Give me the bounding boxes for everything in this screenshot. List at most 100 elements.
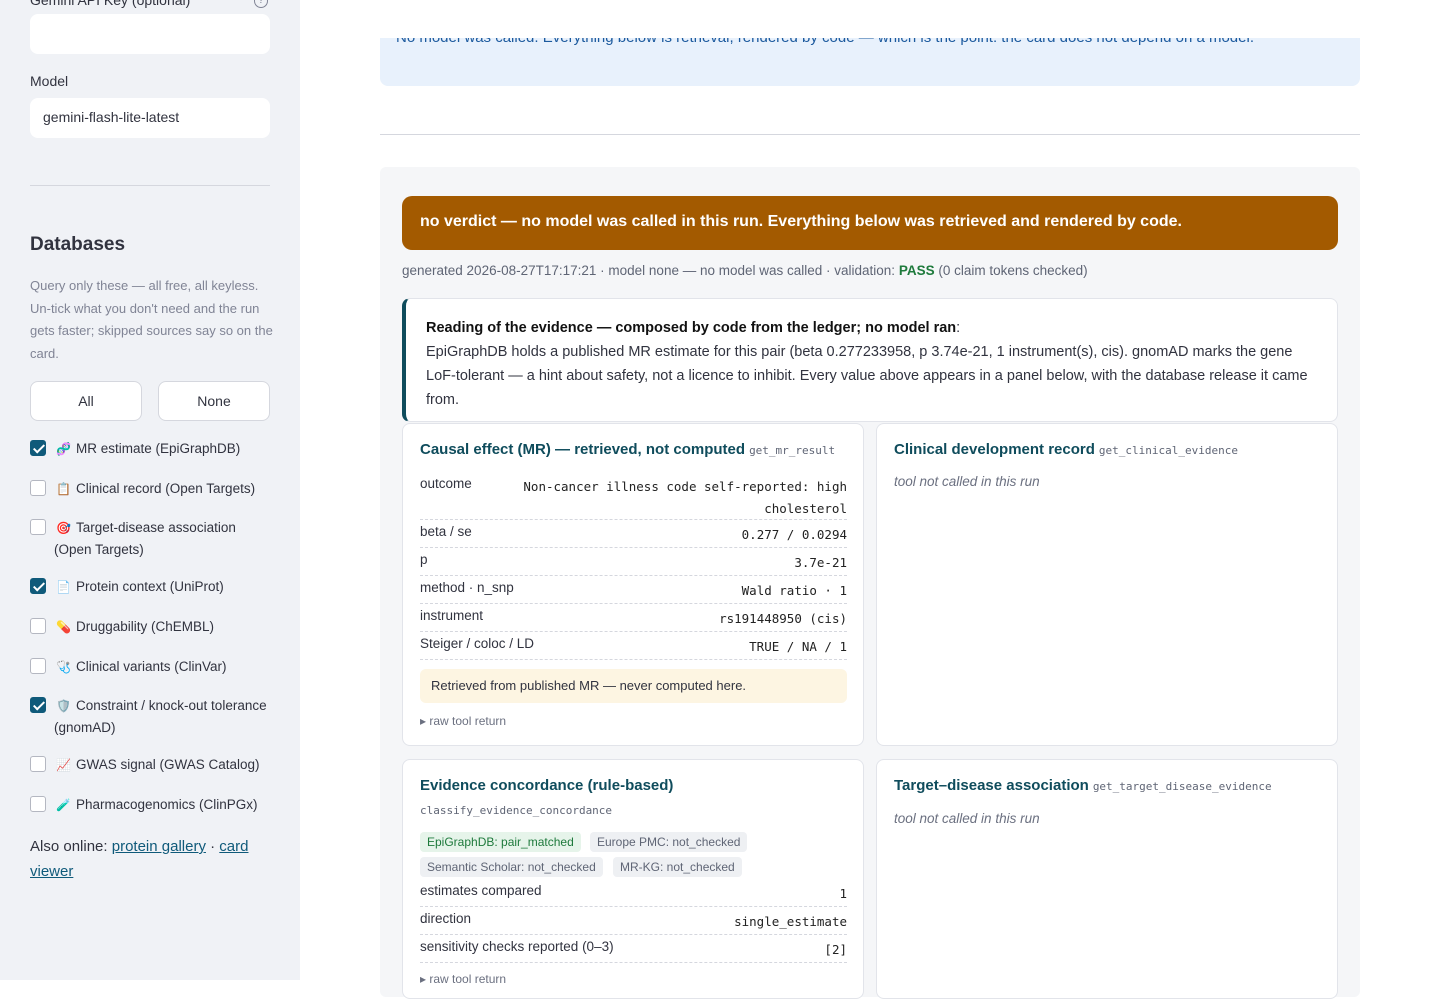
kv-value: 0.277 / 0.0294 xyxy=(741,527,847,542)
kv-key: beta / se xyxy=(420,524,472,539)
kv-value: rs191448950 (cis) xyxy=(719,611,847,626)
kv-row-beta: beta / se 0.277 / 0.0294 xyxy=(420,520,847,548)
model-label: Model xyxy=(30,73,69,89)
kv-key: estimates compared xyxy=(420,883,542,898)
status-text: tool not called in this run xyxy=(894,811,1040,826)
api-key-input[interactable] xyxy=(30,14,270,54)
reading-title: Reading of the evidence — composed by co… xyxy=(426,320,957,336)
checkbox[interactable] xyxy=(30,697,46,713)
checkbox-label: Druggability (ChEMBL) xyxy=(76,619,215,634)
kv-value: Non-cancer illness code self-reported: h… xyxy=(523,479,847,516)
kv-row-outcome: outcome Non-cancer illness code self-rep… xyxy=(420,472,847,520)
panel-title: Target–disease association get_target_dis… xyxy=(894,777,1272,794)
chip-mr-kg: MR-KG: not_checked xyxy=(613,857,742,877)
target-icon: 🎯 xyxy=(56,521,71,535)
tool-name: get_clinical_evidence xyxy=(1098,444,1238,457)
sidebar: Gemini API Key (optional) ? Model gemini… xyxy=(0,0,300,980)
checkbox-label: MR estimate (EpiGraphDB) xyxy=(76,441,241,456)
clipboard-icon: 📋 xyxy=(56,482,71,496)
db-checkbox-epigraphdb[interactable]: 🧬 MR estimate (EpiGraphDB) xyxy=(30,438,275,460)
kv-row-p: p 3.7e-21 xyxy=(420,548,847,576)
provenance-note: Retrieved from published MR — never comp… xyxy=(420,669,847,703)
help-icon[interactable]: ? xyxy=(254,0,268,8)
evidence-card: no verdict — no model was called in this… xyxy=(380,167,1360,999)
kv-key: outcome xyxy=(420,476,472,491)
kv-row-instrument: instrument rs191448950 (cis) xyxy=(420,604,847,632)
checkbox[interactable] xyxy=(30,440,46,456)
reading-body: EpiGraphDB holds a published MR estimate… xyxy=(426,344,1308,408)
tool-name: get_target_disease_evidence xyxy=(1092,780,1272,793)
reading-of-evidence: Reading of the evidence — composed by co… xyxy=(402,298,1338,422)
panel-title: Causal effect (MR) — retrieved, not comp… xyxy=(420,441,835,458)
db-checkbox-clinical-record[interactable]: 📋 Clinical record (Open Targets) xyxy=(30,478,275,500)
chip-epigraphdb: EpiGraphDB: pair_matched xyxy=(420,832,581,852)
databases-heading: Databases xyxy=(30,234,126,255)
db-checkbox-clinvar[interactable]: 🩺 Clinical variants (ClinVar) xyxy=(30,656,275,678)
info-text: No model was called. Everything below is… xyxy=(396,38,1254,46)
db-checkbox-gwas[interactable]: 📈 GWAS signal (GWAS Catalog) xyxy=(30,754,275,776)
api-key-label: Gemini API Key (optional) xyxy=(30,0,191,8)
stethoscope-icon: 🩺 xyxy=(56,660,71,674)
panel-title-text: Causal effect (MR) — retrieved, not comp… xyxy=(420,441,746,458)
panel-title-text: Target–disease association xyxy=(894,777,1089,794)
dna-icon: 🧬 xyxy=(56,442,71,456)
kv-value: Wald ratio · 1 xyxy=(741,583,847,598)
db-checkbox-gnomad[interactable]: 🛡️ Constraint / knock-out tolerance (gnom… xyxy=(30,695,275,738)
kv-value: 1 xyxy=(839,886,847,901)
kv-row-steiger: Steiger / coloc / LD TRUE / NA / 1 xyxy=(420,632,847,660)
db-checkbox-uniprot[interactable]: 📄 Protein context (UniProt) xyxy=(30,576,275,598)
panel-title: Evidence concordance (rule-based) xyxy=(420,777,674,794)
checkbox-label: Target-disease association (Open Targets… xyxy=(54,520,236,557)
db-checkbox-target-disease[interactable]: 🎯 Target-disease association (Open Target… xyxy=(30,517,275,560)
verdict-banner: no verdict — no model was called in this… xyxy=(402,196,1338,250)
kv-key: direction xyxy=(420,911,472,926)
raw-tool-return-toggle[interactable]: ▸ raw tool return xyxy=(420,714,506,728)
validation-suffix: (0 claim tokens checked) xyxy=(938,263,1088,278)
association-panel: Target–disease association get_target_dis… xyxy=(876,759,1338,999)
link-separator: · xyxy=(210,838,216,855)
db-checkbox-clinpgx[interactable]: 🧪 Pharmacogenomics (ClinPGx) xyxy=(30,794,275,816)
raw-tool-return-toggle[interactable]: ▸ raw tool return xyxy=(420,972,506,986)
protein-gallery-link[interactable]: protein gallery xyxy=(112,838,206,855)
clinical-panel: Clinical development record get_clinical_… xyxy=(876,423,1338,746)
shield-icon: 🛡️ xyxy=(56,699,71,713)
checkbox[interactable] xyxy=(30,618,46,634)
kv-key: p xyxy=(420,552,428,567)
status-text: tool not called in this run xyxy=(894,474,1040,489)
panel-title-text: Clinical development record xyxy=(894,441,1095,458)
kv-value: 3.7e-21 xyxy=(794,555,847,570)
select-none-button[interactable]: None xyxy=(158,381,270,421)
kv-value: [2] xyxy=(824,942,847,957)
kv-value: single_estimate xyxy=(734,914,847,929)
also-online: Also online: protein gallery · card view… xyxy=(30,834,270,884)
checkbox[interactable] xyxy=(30,578,46,594)
checkbox[interactable] xyxy=(30,796,46,812)
sidebar-divider xyxy=(30,185,270,186)
checkbox-label: Clinical record (Open Targets) xyxy=(76,481,256,496)
checkbox[interactable] xyxy=(30,658,46,674)
checkbox[interactable] xyxy=(30,756,46,772)
kv-value: TRUE / NA / 1 xyxy=(749,639,847,654)
checkbox-label: Protein context (UniProt) xyxy=(76,579,224,594)
test-tube-icon: 🧪 xyxy=(56,798,71,812)
pill-icon: 💊 xyxy=(56,620,71,634)
model-input[interactable]: gemini-flash-lite-latest xyxy=(30,98,270,138)
kv-key: instrument xyxy=(420,608,484,623)
generated-line: generated 2026-08-27T17:17:21 · model no… xyxy=(402,263,1088,278)
tool-name: get_mr_result xyxy=(749,444,836,457)
checkbox[interactable] xyxy=(30,519,46,535)
panel-title: Clinical development record get_clinical_… xyxy=(894,441,1238,458)
generated-meta: generated 2026-08-27T17:17:21 · model no… xyxy=(402,263,896,278)
kv-row-method: method · n_snp Wald ratio · 1 xyxy=(420,576,847,604)
checkbox[interactable] xyxy=(30,480,46,496)
checkbox-label: Constraint / knock-out tolerance (gnomAD… xyxy=(54,698,267,735)
select-all-button[interactable]: All xyxy=(30,381,142,421)
checkbox-label: GWAS signal (GWAS Catalog) xyxy=(76,757,260,772)
kv-key: Steiger / coloc / LD xyxy=(420,636,535,651)
kv-row-estimates: estimates compared 1 xyxy=(420,879,847,907)
main-divider xyxy=(380,134,1360,135)
chip-europe-pmc: Europe PMC: not_checked xyxy=(590,832,748,852)
db-checkbox-chembl[interactable]: 💊 Druggability (ChEMBL) xyxy=(30,616,275,638)
kv-row-sensitivity: sensitivity checks reported (0–3) [2] xyxy=(420,935,847,963)
validation-status: PASS xyxy=(898,263,935,278)
